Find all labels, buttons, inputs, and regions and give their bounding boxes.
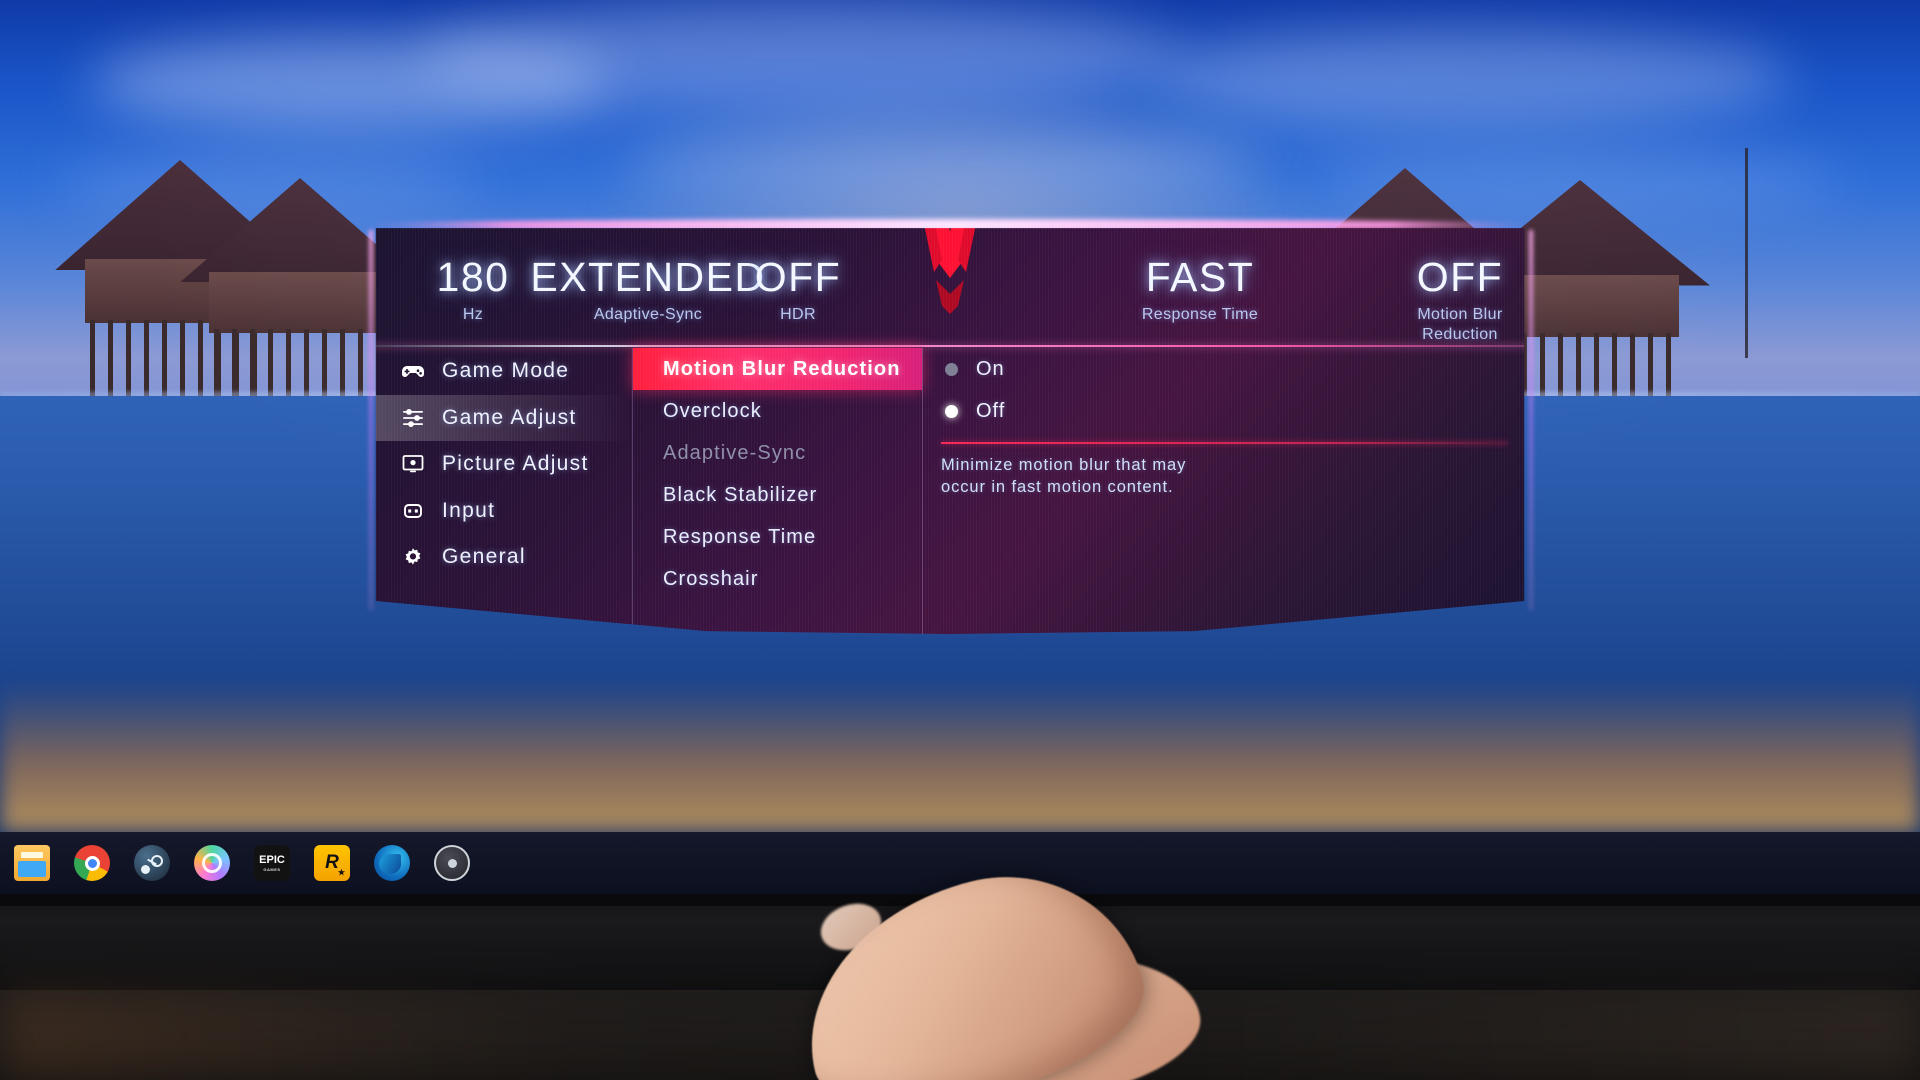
status-label: Motion Blur Reduction	[1417, 306, 1503, 343]
rockstar-label: R	[325, 852, 339, 873]
submenu-item-label: Adaptive-Sync	[663, 441, 807, 464]
sunset-reflection	[0, 682, 1920, 832]
option-row-off[interactable]: Off	[923, 390, 1524, 432]
submenu-item-label: Motion Blur Reduction	[663, 357, 901, 380]
sidebar-item-game-adjust[interactable]: Game Adjust	[375, 394, 632, 441]
screenshot-root: 180 Hz EXTENDED Adaptive-Sync OFF HDR FA…	[0, 0, 1920, 1080]
status-label: Response Time	[1141, 306, 1259, 323]
status-value: OFF	[1416, 254, 1504, 300]
submenu-item-label: Crosshair	[663, 567, 759, 590]
taskbar-icon-list: EPIC GAMES R ★	[14, 832, 470, 894]
sidebar-item-label: Input	[442, 498, 496, 522]
sidebar-item-picture-adjust[interactable]: Picture Adjust	[376, 441, 632, 488]
sidebar-item-label: Game Adjust	[442, 405, 577, 429]
obs-studio-icon[interactable]	[434, 845, 470, 881]
submenu-item-motion-blur-reduction[interactable]: Motion Blur Reduction	[633, 348, 922, 390]
gear-icon	[400, 546, 426, 568]
option-label: On	[976, 357, 1005, 380]
status-value: FAST	[1145, 254, 1255, 300]
submenu-item-label: Response Time	[663, 525, 817, 548]
option-label: Off	[976, 399, 1006, 422]
submenu-item-black-stabilizer[interactable]: Black Stabilizer	[633, 474, 922, 516]
radio-button-selected-icon[interactable]	[945, 404, 958, 418]
osd-status-header: 180 Hz EXTENDED Adaptive-Sync OFF HDR FA…	[376, 228, 1524, 344]
submenu-item-crosshair[interactable]: Crosshair	[633, 558, 922, 600]
steam-icon[interactable]	[134, 845, 170, 881]
chrome-icon[interactable]	[74, 845, 110, 881]
submenu-item-adaptive-sync: Adaptive-Sync	[633, 432, 922, 474]
monitor-icon	[400, 453, 426, 475]
cloud	[420, 0, 1180, 110]
osd-header-divider	[375, 345, 1525, 347]
osd-edge-glow-right	[1529, 230, 1533, 610]
status-response-time: FAST Response Time	[1050, 254, 1350, 325]
osd-options-panel: On Off Minimize motion blur that may occ…	[922, 348, 1524, 634]
edge-icon[interactable]	[374, 845, 410, 881]
sliders-icon	[400, 407, 426, 429]
option-row-on[interactable]: On	[923, 348, 1524, 390]
gamepad-icon	[400, 360, 426, 382]
submenu-item-response-time[interactable]: Response Time	[633, 516, 922, 558]
spiral-app-icon[interactable]	[194, 845, 230, 881]
epic-games-icon[interactable]: EPIC GAMES	[254, 845, 290, 881]
radio-button-off-state-icon[interactable]	[945, 362, 958, 376]
option-description: Minimize motion blur that may occur in f…	[941, 456, 1187, 497]
cloud	[620, 130, 1260, 200]
plug-icon	[400, 500, 426, 522]
sidebar-item-input[interactable]: Input	[376, 488, 632, 535]
cloud	[1150, 28, 1790, 128]
osd-menu: 180 Hz EXTENDED Adaptive-Sync OFF HDR FA…	[375, 228, 1525, 634]
submenu-item-overclock[interactable]: Overclock	[633, 390, 922, 432]
osd-sidebar: Game Mode Game Adjust Picture Adjust Inp…	[375, 348, 632, 634]
sidebar-item-label: Picture Adjust	[442, 452, 589, 476]
lg-logo-icon	[924, 228, 976, 314]
sidebar-item-label: Game Mode	[442, 359, 570, 383]
sidebar-item-label: General	[442, 545, 526, 569]
status-motion-blur-reduction: OFF Motion Blur Reduction	[1310, 254, 1524, 344]
sidebar-item-general[interactable]: General	[376, 534, 632, 581]
epic-games-label: EPIC	[259, 853, 285, 866]
osd-submenu: Motion Blur Reduction Overclock Adaptive…	[632, 348, 922, 634]
antenna-pole	[1745, 148, 1748, 358]
rockstar-games-icon[interactable]: R ★	[314, 845, 350, 881]
submenu-item-label: Overclock	[663, 399, 762, 422]
sidebar-item-game-mode[interactable]: Game Mode	[376, 348, 632, 395]
description-divider	[941, 442, 1508, 444]
osd-columns: Game Mode Game Adjust Picture Adjust Inp…	[375, 348, 1524, 634]
osd-edge-glow-left	[369, 230, 373, 610]
submenu-item-label: Black Stabilizer	[663, 483, 818, 506]
file-explorer-icon[interactable]	[14, 845, 50, 881]
